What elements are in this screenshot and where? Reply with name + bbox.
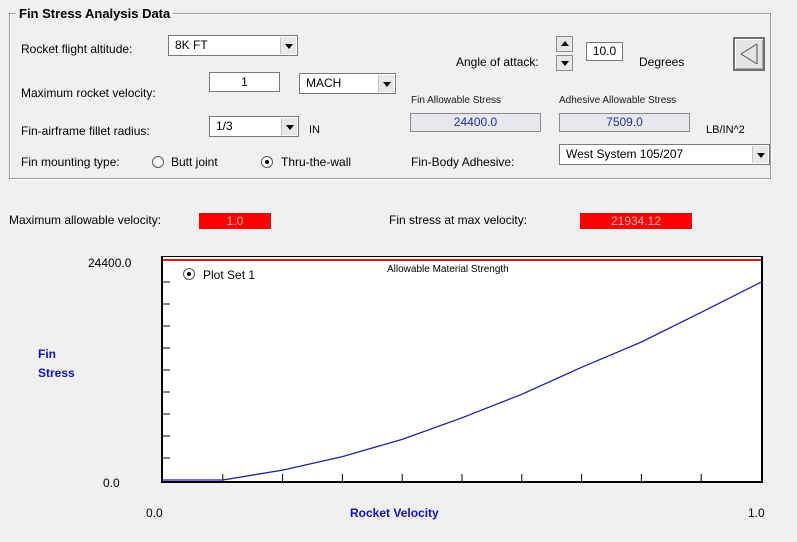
fillet-select[interactable]: 1/3 — [209, 116, 299, 137]
fillet-value: 1/3 — [216, 119, 233, 133]
adhesive-allowable-label: Adhesive Allowable Stress — [559, 95, 677, 106]
angle-of-attack-input[interactable]: 10.0 — [586, 42, 623, 61]
angle-of-attack-label: Angle of attack: — [456, 55, 539, 69]
plot-set-radio[interactable] — [183, 268, 195, 280]
fillet-label: Fin-airframe fillet radius: — [21, 124, 150, 138]
velocity-input[interactable]: 1 — [209, 72, 280, 92]
adhesive-label: Fin-Body Adhesive: — [411, 155, 515, 169]
velocity-label: Maximum rocket velocity: — [21, 86, 156, 100]
spin-down-icon[interactable] — [556, 55, 573, 71]
radio-thru-the-wall[interactable] — [261, 156, 273, 168]
fin-allowable-value: 24400.0 — [410, 113, 541, 132]
chevron-down-icon[interactable] — [378, 75, 394, 92]
fin-allowable-label: Fin Allowable Stress — [411, 95, 502, 106]
series-line-1 — [163, 281, 761, 481]
fin-stress-value: 21934.12 — [580, 213, 692, 229]
spin-up-icon[interactable] — [556, 36, 573, 52]
plot-area: Plot Set 1 Allowable Material Strength — [161, 256, 763, 483]
fin-stress-label: Fin stress at max velocity: — [389, 213, 528, 227]
adhesive-allowable-value: 7509.0 — [559, 113, 690, 132]
y-axis-label: Fin Stress — [38, 347, 75, 380]
radio-butt-joint-label[interactable]: Butt joint — [171, 155, 218, 169]
velocity-unit-select[interactable]: MACH — [299, 73, 396, 94]
angle-unit: Degrees — [639, 55, 685, 69]
y-tick-min: 0.0 — [103, 476, 120, 490]
max-velocity-label: Maximum allowable velocity: — [9, 213, 162, 227]
altitude-select[interactable]: 8K FT — [168, 35, 298, 56]
radio-thru-the-wall-label[interactable]: Thru-the-wall — [281, 155, 351, 169]
chevron-down-icon[interactable] — [752, 146, 768, 163]
fin-stress-chart — [163, 259, 761, 481]
adhesive-select[interactable]: West System 105/207 — [559, 144, 770, 165]
limit-line-label: Allowable Material Strength — [387, 264, 509, 275]
chevron-down-icon[interactable] — [281, 118, 297, 135]
chevron-down-icon[interactable] — [280, 37, 296, 54]
fillet-unit: IN — [309, 124, 320, 136]
x-tick-max: 1.0 — [748, 506, 765, 520]
angle-diagram-button[interactable] — [733, 37, 765, 71]
angle-icon — [740, 43, 758, 65]
x-tick-min: 0.0 — [146, 506, 163, 520]
y-tick-max: 24400.0 — [88, 256, 132, 270]
radio-butt-joint[interactable] — [152, 156, 164, 168]
adhesive-value: West System 105/207 — [566, 147, 684, 161]
legend-plot-set-1: Plot Set 1 — [203, 268, 256, 282]
velocity-unit-value: MACH — [306, 76, 342, 90]
altitude-label: Rocket flight altitude: — [21, 42, 133, 56]
stress-unit: LB/IN^2 — [706, 124, 745, 136]
group-title: Fin Stress Analysis Data — [16, 6, 174, 21]
x-axis-label: Rocket Velocity — [350, 506, 439, 520]
altitude-value: 8K FT — [175, 38, 208, 52]
max-velocity-value: 1.0 — [199, 213, 271, 229]
mounting-label: Fin mounting type: — [21, 155, 120, 169]
